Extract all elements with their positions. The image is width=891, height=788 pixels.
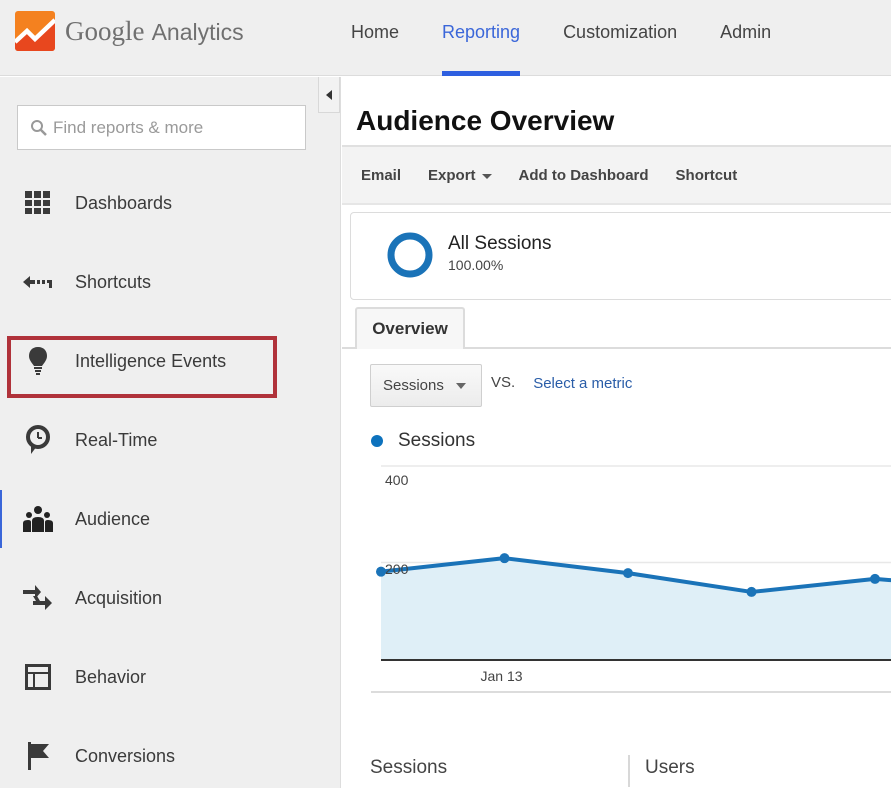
chart-svg xyxy=(371,465,891,693)
shortcuts-arrow-icon xyxy=(22,266,54,298)
sidebar-item-conversions[interactable]: Conversions xyxy=(0,731,340,781)
nav-home[interactable]: Home xyxy=(351,0,399,76)
data-point-2 xyxy=(623,568,633,579)
analytics-logo-icon xyxy=(15,11,55,51)
sidebar-item-acquisition[interactable]: Acquisition xyxy=(0,573,340,623)
tab-overview[interactable]: Overview xyxy=(355,307,465,349)
metric-users-label: Users xyxy=(645,757,695,778)
email-button[interactable]: Email xyxy=(361,167,401,184)
sidebar-item-label: Shortcuts xyxy=(75,271,152,292)
sessions-chart: 200 400 Jan 13 xyxy=(371,462,891,702)
arrows-icon xyxy=(22,582,54,614)
search-input[interactable] xyxy=(53,117,293,138)
chart-legend: Sessions xyxy=(371,430,475,452)
metric-divider xyxy=(628,755,630,787)
sidebar-item-label: Dashboards xyxy=(75,192,173,213)
segment-card[interactable]: All Sessions 100.00% xyxy=(350,212,891,300)
collapse-left-icon xyxy=(326,89,332,100)
legend-label: Sessions xyxy=(398,430,476,451)
sidebar-item-audience[interactable]: Audience xyxy=(0,494,340,544)
nav-customization[interactable]: Customization xyxy=(563,0,677,76)
dashboards-grid-icon xyxy=(22,187,54,219)
sidebar-item-shortcuts[interactable]: Shortcuts xyxy=(0,257,340,307)
vs-label: VS. xyxy=(491,374,516,391)
search-icon xyxy=(31,119,47,136)
brand-google: Google xyxy=(65,15,145,46)
shortcut-button[interactable]: Shortcut xyxy=(676,167,738,184)
x-tick-label: Jan 13 xyxy=(480,668,523,684)
export-label: Export xyxy=(428,166,476,184)
metric-selector-row: Sessions VS. Select a metric xyxy=(370,364,632,407)
chevron-down-icon xyxy=(455,382,466,389)
y-tick-label: 400 xyxy=(385,472,409,488)
summary-metrics: Sessions Users xyxy=(370,755,891,787)
segment-name: All Sessions xyxy=(448,233,552,254)
segment-ring-icon xyxy=(387,232,433,278)
data-point-4 xyxy=(870,573,880,584)
add-to-dashboard-button[interactable]: Add to Dashboard xyxy=(519,167,649,184)
chevron-down-icon xyxy=(481,173,492,179)
layout-icon xyxy=(22,661,54,693)
app-window: Google Analytics Home Reporting Customiz… xyxy=(0,0,891,788)
active-indicator xyxy=(0,490,2,548)
people-icon xyxy=(22,503,54,535)
sidebar-item-real-time[interactable]: Real-Time xyxy=(0,415,340,465)
export-button[interactable]: Export xyxy=(428,167,492,184)
clock-bubble-icon xyxy=(22,424,54,456)
logo[interactable]: Google Analytics xyxy=(15,11,244,51)
page-title: Audience Overview xyxy=(356,105,615,136)
metric-sessions-label: Sessions xyxy=(370,757,448,778)
top-bar: Google Analytics Home Reporting Customiz… xyxy=(0,0,891,76)
sidebar-collapse-button[interactable] xyxy=(318,77,340,113)
sidebar: Dashboards Shortcuts xyxy=(0,77,340,788)
search-box[interactable] xyxy=(17,105,306,150)
sidebar-item-behavior[interactable]: Behavior xyxy=(0,652,340,702)
sidebar-item-label: Conversions xyxy=(75,745,176,766)
sidebar-item-label: Audience xyxy=(75,508,151,529)
metric-selected: Sessions xyxy=(383,377,444,394)
data-point-3 xyxy=(746,586,757,597)
data-point-1 xyxy=(499,553,510,564)
nav-reporting[interactable]: Reporting xyxy=(442,0,521,76)
highlight-annotation xyxy=(7,336,277,398)
report-toolbar: Email Export Add to Dashboard Shortcut xyxy=(342,145,891,205)
top-nav: Home Reporting Customization Admin xyxy=(351,0,814,76)
sidebar-item-label: Behavior xyxy=(75,666,147,687)
tab-bar: Overview xyxy=(342,307,891,349)
sidebar-item-label: Real-Time xyxy=(75,429,158,450)
nav-admin[interactable]: Admin xyxy=(720,0,771,76)
sidebar-item-label: Acquisition xyxy=(75,587,163,608)
y-tick-label: 200 xyxy=(385,560,409,577)
select-metric-link[interactable]: Select a metric xyxy=(533,375,632,392)
segment-percent: 100.00% xyxy=(448,257,504,273)
sidebar-item-dashboards[interactable]: Dashboards xyxy=(0,178,340,228)
flag-icon xyxy=(22,740,54,772)
brand-product: Analytics xyxy=(151,18,244,45)
metric-dropdown[interactable]: Sessions xyxy=(370,364,482,407)
brand-name: Google Analytics xyxy=(65,16,244,47)
main-content: Audience Overview Email Export Add to Da… xyxy=(340,77,891,788)
legend-dot-icon xyxy=(371,435,383,447)
